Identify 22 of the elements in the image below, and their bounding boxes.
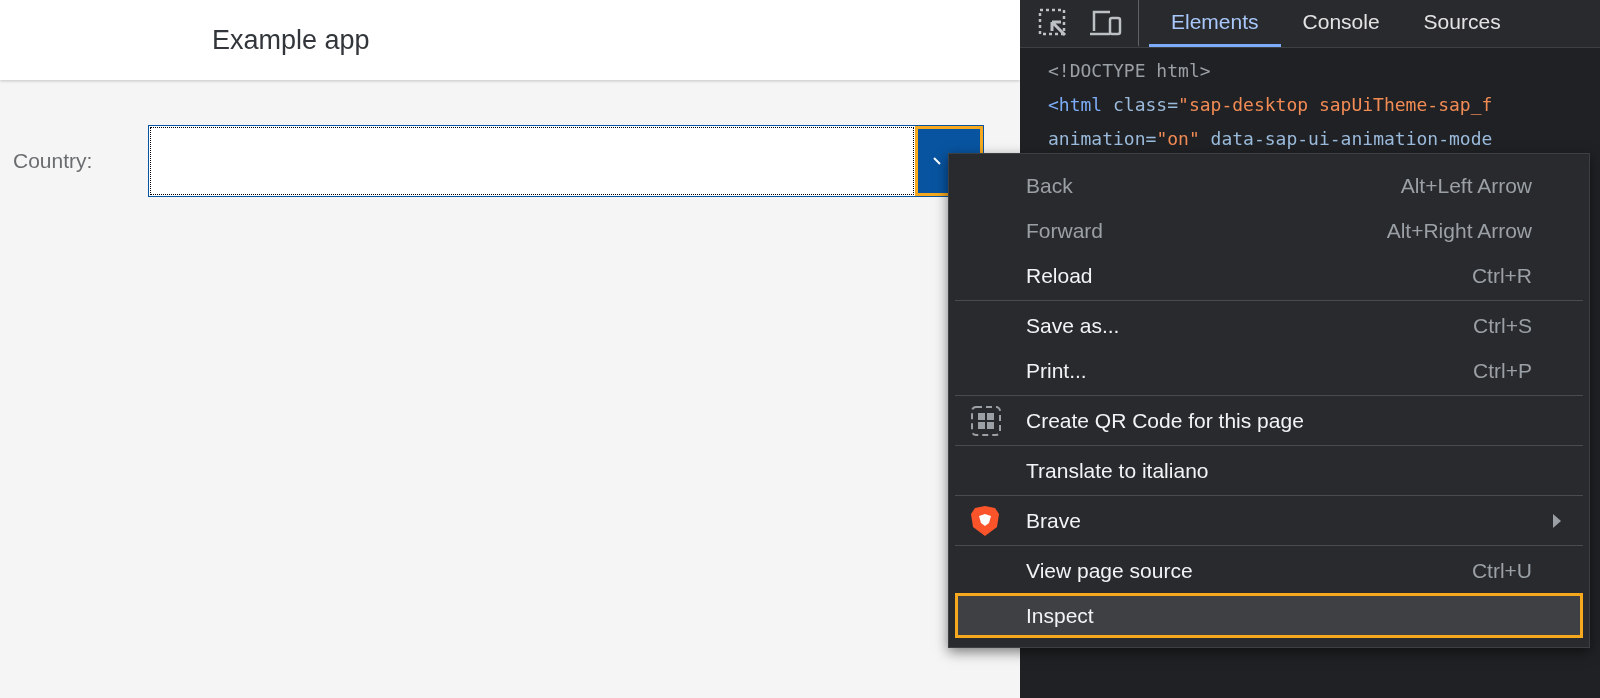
code-line: <!DOCTYPE html> [1048,59,1212,83]
lion-shield-icon [970,504,1000,537]
select-element-icon[interactable] [1038,8,1068,38]
menu-item[interactable]: Reload Ctrl+R [955,253,1583,298]
code-line: <html class="sap-desktop sapUiTheme-sap_f [1048,93,1494,117]
device-toggle-icon[interactable] [1088,9,1122,37]
menu-item[interactable]: View page source Ctrl+U [955,548,1583,593]
devtools-tab[interactable]: Console [1280,0,1402,47]
menu-item[interactable]: Inspect [955,593,1583,638]
chevron-icon [933,157,941,165]
menu-item[interactable]: Save as... Ctrl+S [955,303,1583,348]
app-title: Example app [212,23,370,57]
menu-item[interactable]: Translate to italiano [955,448,1583,493]
field-label: Country: [13,148,94,175]
menu-item[interactable]: Brave [955,498,1583,543]
country-combo-box[interactable] [148,125,984,197]
menu-item[interactable]: Print... Ctrl+P [955,348,1583,393]
menu-item[interactable]: Create QR Code for this page [955,398,1583,443]
devtools-tab[interactable]: Elements [1149,0,1281,47]
qr-code-icon [970,404,1002,437]
code-line: animation="on" data-sap-ui-animation-mode [1048,127,1494,151]
devtools-tab[interactable]: Sources [1401,0,1523,47]
